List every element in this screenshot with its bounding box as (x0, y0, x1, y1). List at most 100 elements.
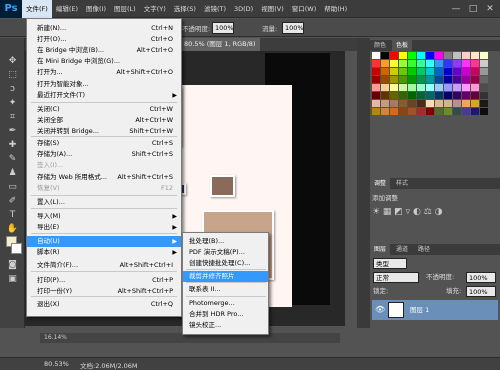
color-swatch[interactable] (417, 92, 425, 99)
color-swatch[interactable] (480, 76, 488, 83)
screen-mode-icon[interactable]: ▣ (6, 274, 19, 285)
crop-tool-icon[interactable]: ⌗ (6, 112, 19, 123)
healing-brush-icon[interactable]: ✚ (6, 140, 19, 151)
file-menu-item[interactable]: 最近打开文件(T) ▶ (27, 90, 181, 101)
color-swatch[interactable] (444, 76, 452, 83)
color-swatch[interactable] (372, 68, 380, 75)
tab-adjustments[interactable]: 调整 (370, 178, 391, 189)
file-menu-item[interactable]: 打开为... Alt+Shift+Ctrl+O (27, 67, 181, 78)
color-swatch[interactable] (426, 52, 434, 59)
blend-mode-select[interactable]: 正常 (373, 272, 419, 283)
color-swatch[interactable] (381, 52, 389, 59)
color-swatch[interactable] (462, 76, 470, 83)
color-swatch[interactable] (390, 60, 398, 67)
color-swatch[interactable] (471, 100, 479, 107)
move-tool-icon[interactable]: ✥ (6, 56, 19, 67)
color-swatch[interactable] (390, 92, 398, 99)
color-swatch[interactable] (381, 92, 389, 99)
color-swatch[interactable] (390, 76, 398, 83)
color-swatch[interactable] (462, 92, 470, 99)
color-swatch[interactable] (372, 84, 380, 91)
background-color-swatch[interactable] (11, 243, 22, 254)
color-swatch[interactable] (381, 60, 389, 67)
tab-swatches[interactable]: 色板 (392, 40, 413, 51)
color-swatch[interactable] (390, 100, 398, 107)
automate-menu-item[interactable]: 镜头校正... (183, 320, 268, 331)
color-swatch[interactable] (426, 60, 434, 67)
menu-image[interactable]: 图像(I) (82, 0, 110, 18)
color-swatch[interactable] (408, 108, 416, 115)
color-swatch[interactable] (444, 60, 452, 67)
color-swatch[interactable] (480, 84, 488, 91)
menu-3d[interactable]: 3D(D) (230, 0, 257, 18)
file-menu-item[interactable]: 关闭(C) Ctrl+W (27, 104, 181, 115)
color-swatch[interactable] (372, 100, 380, 107)
file-menu-item[interactable]: 打印(P)... Ctrl+P (27, 275, 181, 286)
file-menu-item[interactable]: 导入(M) ▶ (27, 211, 181, 222)
color-swatch[interactable] (426, 100, 434, 107)
file-menu-item[interactable]: 文件简介(F)... Alt+Shift+Ctrl+I (27, 260, 181, 271)
color-swatch[interactable] (390, 68, 398, 75)
color-swatch[interactable] (372, 92, 380, 99)
pen-tool-icon[interactable]: ✐ (6, 196, 19, 207)
color-swatch[interactable] (453, 92, 461, 99)
color-swatch[interactable] (435, 60, 443, 67)
file-menu-item[interactable]: 在 Mini Bridge 中浏览(G)... (27, 56, 181, 67)
color-swatch[interactable] (390, 52, 398, 59)
color-swatch[interactable] (417, 100, 425, 107)
color-swatch[interactable] (417, 84, 425, 91)
color-swatch[interactable] (381, 76, 389, 83)
color-swatch[interactable] (453, 52, 461, 59)
automate-menu-item[interactable]: 联系表 II... (183, 284, 268, 295)
color-swatch[interactable] (372, 76, 380, 83)
color-swatch[interactable] (399, 52, 407, 59)
color-swatch[interactable] (399, 68, 407, 75)
color-swatch[interactable] (462, 52, 470, 59)
color-swatch[interactable] (372, 108, 380, 115)
color-swatch[interactable] (480, 52, 488, 59)
color-swatch[interactable] (480, 92, 488, 99)
color-swatch[interactable] (453, 76, 461, 83)
flow-input[interactable]: 100% (282, 22, 304, 34)
color-swatch[interactable] (408, 68, 416, 75)
color-swatch[interactable] (444, 84, 452, 91)
automate-menu-item[interactable]: Photomerge... (183, 298, 268, 309)
color-swatch[interactable] (408, 52, 416, 59)
automate-menu-item[interactable]: 批处理(B)... (183, 236, 268, 247)
color-swatch[interactable] (471, 92, 479, 99)
color-swatch[interactable] (462, 60, 470, 67)
file-menu-item[interactable]: 签入(I)... (27, 160, 181, 171)
color-swatch[interactable] (426, 84, 434, 91)
color-swatch[interactable] (399, 76, 407, 83)
menu-layer[interactable]: 图层(L) (110, 0, 140, 18)
menu-view[interactable]: 视图(V) (257, 0, 288, 18)
color-swatch[interactable] (399, 60, 407, 67)
tab-styles[interactable]: 样式 (392, 178, 412, 189)
menu-select[interactable]: 选择(S) (170, 0, 200, 18)
file-menu-item[interactable]: 打开(O)... Ctrl+O (27, 34, 181, 45)
color-swatch[interactable] (381, 84, 389, 91)
menu-file[interactable]: 文件(F) (22, 0, 52, 18)
type-tool-icon[interactable]: T (6, 210, 19, 221)
automate-menu-item[interactable]: 创建快捷批处理(C)... (183, 258, 268, 269)
file-menu-item[interactable]: 退出(X) Ctrl+Q (27, 299, 181, 310)
zoom-level[interactable]: 80.53% (44, 360, 69, 368)
color-swatch[interactable] (426, 68, 434, 75)
tab-color[interactable]: 颜色 (370, 40, 390, 51)
color-swatch[interactable] (435, 100, 443, 107)
color-swatch[interactable] (462, 100, 470, 107)
color-swatch[interactable] (480, 60, 488, 67)
maximize-button[interactable]: □ (465, 0, 481, 18)
layer-opacity-input[interactable]: 100% (466, 272, 496, 283)
color-swatch[interactable] (435, 92, 443, 99)
tab-layers[interactable]: 图层 (370, 244, 391, 255)
color-swatch[interactable] (426, 108, 434, 115)
eye-icon[interactable]: 👁 (375, 305, 385, 314)
automate-menu-item[interactable]: PDF 演示文稿(P)... (183, 247, 268, 258)
color-swatch[interactable] (381, 100, 389, 107)
file-menu-item[interactable]: 关闭并转到 Bridge... Shift+Ctrl+W (27, 126, 181, 137)
color-swatch[interactable] (417, 68, 425, 75)
color-swatch[interactable] (462, 84, 470, 91)
color-swatch[interactable] (435, 68, 443, 75)
automate-menu-item[interactable]: 合并到 HDR Pro... (183, 309, 268, 320)
